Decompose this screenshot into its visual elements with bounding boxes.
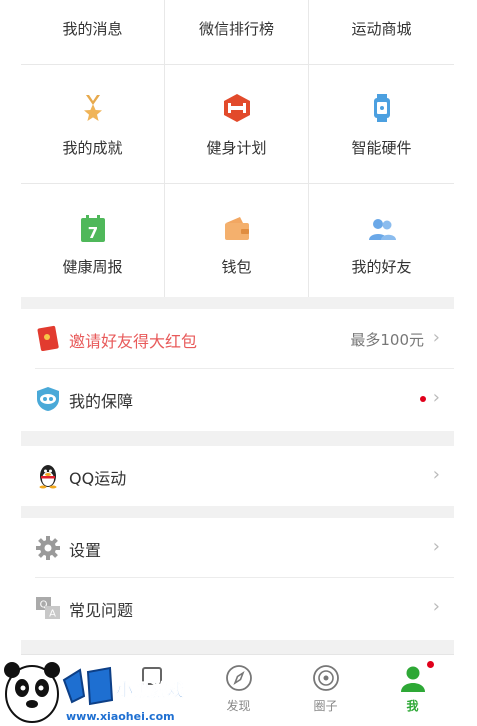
notification-dot — [420, 396, 426, 402]
me-icon — [400, 666, 425, 692]
app-screen: 我的消息 微信排行榜 运动商城 我的成就 健身计划 智能硬件 7 健康周报 钱包… — [21, 0, 454, 726]
grid-item-fitness-plan[interactable]: 健身计划 — [165, 65, 309, 184]
settings-row[interactable]: 设置 › — [21, 518, 454, 578]
grid-item-messages[interactable]: 我的消息 — [21, 0, 165, 65]
grid-item-label: 我的成就 — [62, 139, 123, 157]
compass-icon — [225, 665, 252, 691]
qq-penguin-icon — [39, 465, 57, 489]
invite-reward-value: 最多100元 — [350, 331, 424, 349]
watermark-brand: 小黑游戏 — [116, 680, 184, 701]
watermark-logo: 小黑游戏 www.xiaohei.com — [4, 662, 184, 723]
my-insurance-row[interactable]: 我的保障 › — [21, 369, 454, 429]
qq-sport-label: QQ运动 — [69, 469, 127, 488]
tab-label: 发现 — [226, 699, 251, 713]
tab-label: 我 — [406, 699, 419, 713]
gear-icon — [36, 536, 60, 560]
shield-icon — [37, 387, 59, 411]
grid-item-label: 微信排行榜 — [198, 20, 274, 38]
grid-item-friends[interactable]: 我的好友 — [309, 184, 454, 297]
grid-item-wallet[interactable]: 钱包 — [165, 184, 309, 297]
grid-item-achievements[interactable]: 我的成就 — [21, 65, 165, 184]
notification-dot — [427, 661, 434, 668]
watermark-url: www.xiaohei.com — [66, 710, 175, 723]
svg-text:7: 7 — [87, 224, 97, 242]
tab-me[interactable]: 我 — [369, 655, 454, 726]
grid-item-label: 我的好友 — [351, 258, 412, 276]
grid-item-label: 我的消息 — [62, 20, 123, 38]
chevron-right-icon: › — [432, 387, 440, 408]
fitness-plan-icon — [223, 94, 250, 122]
grid-item-label: 运动商城 — [351, 20, 412, 38]
chevron-right-icon: › — [432, 596, 440, 617]
settings-label: 设置 — [69, 541, 102, 560]
calendar-7-icon: 7 — [80, 215, 105, 242]
svg-text:A: A — [49, 609, 56, 620]
qa-icon: Q A — [36, 597, 60, 620]
friends-icon — [368, 219, 396, 240]
tab-label: 圈子 — [313, 699, 338, 713]
grid-item-label: 钱包 — [221, 258, 252, 276]
grid-item-label: 智能硬件 — [351, 139, 412, 157]
promo-section: 邀请好友得大红包 最多100元 › 我的保障 › — [21, 309, 454, 431]
tab-circle[interactable]: 圈子 — [282, 655, 369, 726]
insurance-label: 我的保障 — [69, 392, 134, 411]
feature-grid: 我的消息 微信排行榜 运动商城 我的成就 健身计划 智能硬件 7 健康周报 钱包… — [21, 0, 454, 297]
qq-sport-row[interactable]: QQ运动 › — [21, 446, 454, 506]
red-envelope-icon — [37, 325, 59, 351]
circle-icon — [312, 665, 339, 691]
faq-row[interactable]: Q A 常见问题 › — [21, 578, 454, 638]
chevron-right-icon: › — [432, 327, 440, 348]
faq-label: 常见问题 — [69, 601, 134, 620]
settings-section: 设置 › Q A 常见问题 › — [21, 518, 454, 640]
smartwatch-icon — [373, 94, 390, 122]
invite-label: 邀请好友得大红包 — [69, 332, 198, 351]
grid-item-wechat-rank[interactable]: 微信排行榜 — [165, 0, 309, 65]
medal-icon — [83, 95, 102, 121]
grid-item-sports-mall[interactable]: 运动商城 — [309, 0, 454, 65]
grid-item-health-weekly[interactable]: 7 健康周报 — [21, 184, 165, 297]
chevron-right-icon: › — [432, 536, 440, 557]
tab-discover[interactable]: 发现 — [195, 655, 282, 726]
grid-item-label: 健康周报 — [62, 258, 123, 276]
invite-friends-row[interactable]: 邀请好友得大红包 最多100元 › — [21, 309, 454, 369]
grid-item-smart-hardware[interactable]: 智能硬件 — [309, 65, 454, 184]
grid-item-label: 健身计划 — [206, 139, 267, 157]
chevron-right-icon: › — [432, 464, 440, 485]
wallet-icon — [224, 217, 249, 240]
qq-section: QQ运动 › — [21, 446, 454, 506]
